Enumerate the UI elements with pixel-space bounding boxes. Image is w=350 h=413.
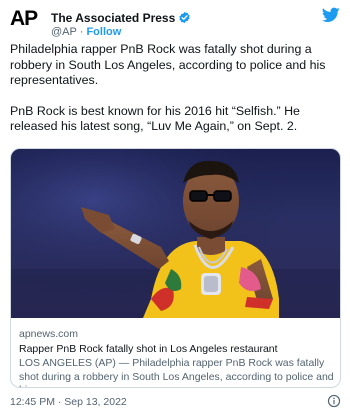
- tweet-text: Philadelphia rapper PnB Rock was fatally…: [10, 42, 340, 135]
- card-title[interactable]: Rapper PnB Rock fatally shot in Los Ange…: [19, 343, 334, 356]
- tweet-paragraph-1: Philadelphia rapper PnB Rock was fatally…: [10, 42, 326, 87]
- account-handle[interactable]: @AP: [51, 26, 77, 38]
- follow-button[interactable]: Follow: [86, 26, 121, 38]
- link-card[interactable]: apnews.com Rapper PnB Rock fatally shot …: [10, 148, 341, 388]
- card-domain[interactable]: apnews.com: [19, 328, 334, 341]
- ap-logo[interactable]: AP: [10, 8, 40, 30]
- handle-row: @AP · Follow: [51, 26, 121, 38]
- performer-photo-illustration: [11, 149, 340, 318]
- card-photo[interactable]: [11, 149, 340, 318]
- verified-badge-icon: [179, 11, 190, 24]
- separator-dot: ·: [79, 26, 84, 38]
- tweet-header: AP The Associated Press @AP · Follow: [10, 6, 340, 38]
- account-name[interactable]: The Associated Press: [51, 11, 175, 25]
- info-icon[interactable]: [327, 394, 341, 408]
- card-meta[interactable]: apnews.com Rapper PnB Rock fatally shot …: [19, 328, 334, 387]
- card-description: LOS ANGELES (AP) — Philadelphia rapper P…: [19, 357, 334, 387]
- tweet-paragraph-2: PnB Rock is best known for his 2016 hit …: [10, 103, 300, 134]
- account-name-row[interactable]: The Associated Press: [51, 11, 191, 25]
- twitter-bird-icon[interactable]: [322, 7, 340, 23]
- tweet-timestamp[interactable]: 12:45 PM · Sep 13, 2022: [10, 396, 127, 408]
